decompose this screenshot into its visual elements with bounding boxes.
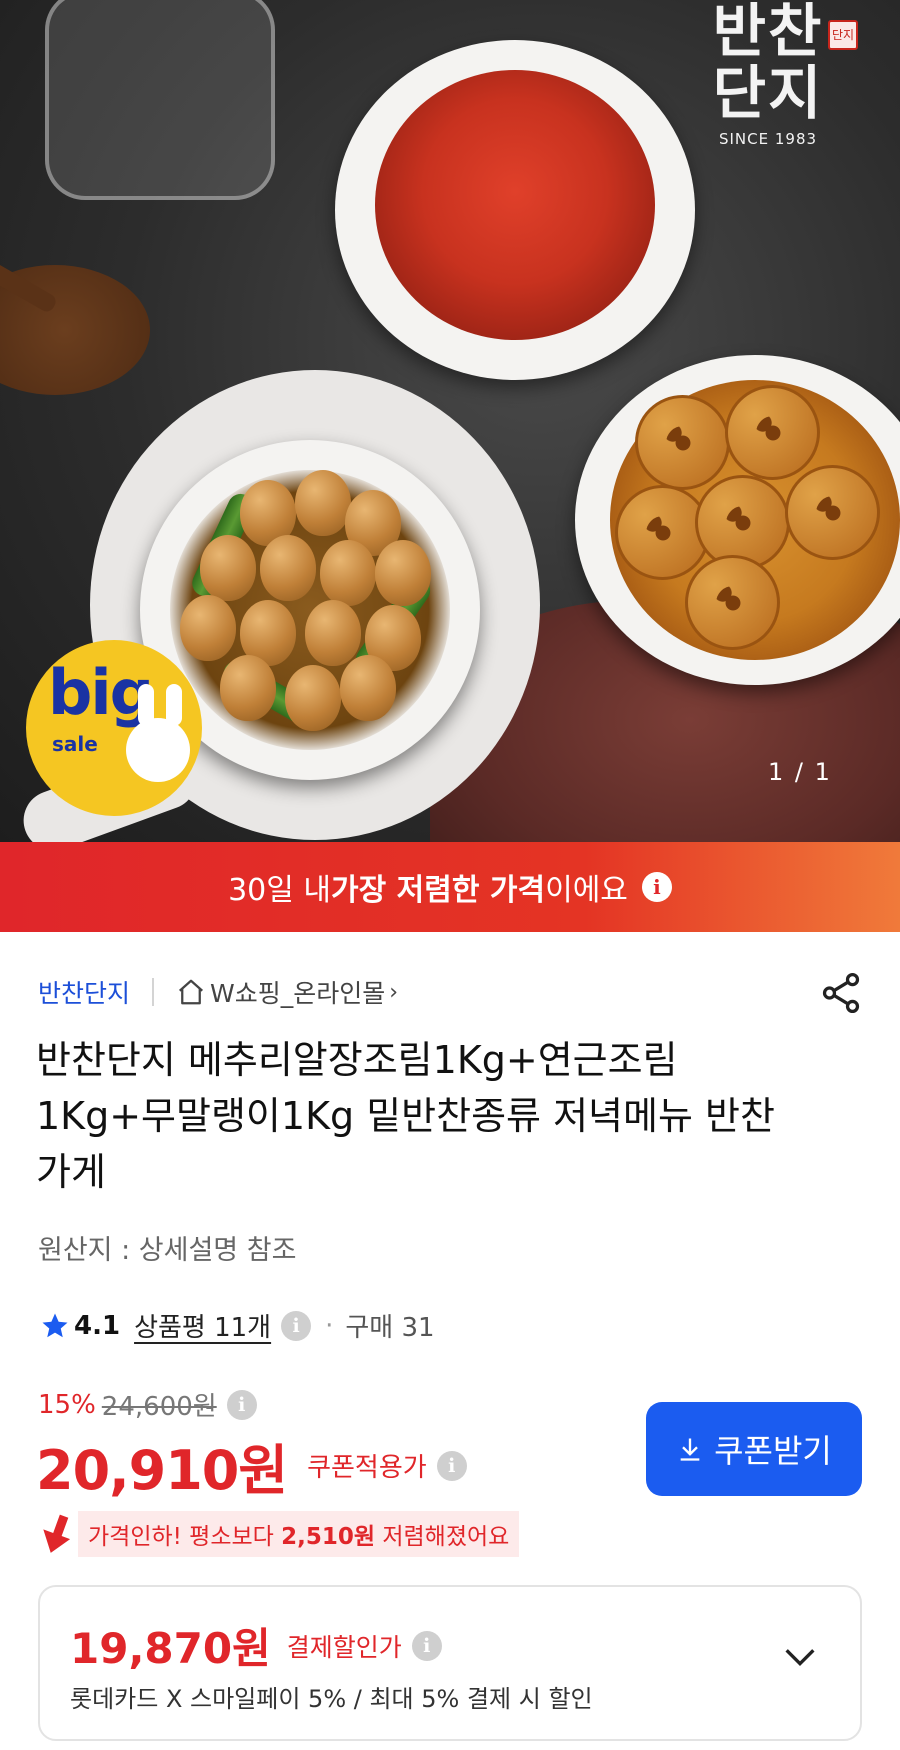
payment-price-row: 19,870원 결제할인가 i xyxy=(70,1615,442,1676)
bunny-icon xyxy=(126,718,190,782)
price-drop-suffix: 저렴해졌어요 xyxy=(375,1524,510,1550)
mall-link-label: W쇼핑_온라인몰 xyxy=(210,979,386,1008)
coupon-price-info-icon[interactable]: i xyxy=(436,1450,467,1481)
banner-prefix: 30일 내 xyxy=(228,873,331,908)
radish-plate xyxy=(335,40,695,380)
price-drop-notice: 가격인하! 평소보다 2,510원 저렴해졌어요 xyxy=(38,1511,520,1557)
get-coupon-label: 쿠폰받기 xyxy=(714,1433,832,1469)
product-image-carousel[interactable]: 반찬단지 SINCE 1983 단지 big sale 1 / 1 xyxy=(0,0,900,842)
rating-row: 4.1 상품평 11개 i · 구매 31 xyxy=(40,1307,435,1344)
rating-info-icon[interactable]: i xyxy=(281,1310,312,1341)
sale-price-row: 20,910원 쿠폰적용가 i xyxy=(36,1426,467,1505)
discount-row: 15% 24,600원 i xyxy=(38,1386,257,1423)
product-origin: 원산지 : 상세설명 참조 xyxy=(38,1235,297,1266)
payment-discount-price: 19,870원 xyxy=(70,1624,271,1673)
chevron-right-icon: › xyxy=(389,979,399,1005)
big-sale-big-text: big xyxy=(48,656,154,729)
home-icon xyxy=(179,979,204,1005)
store-row: 반찬단지 W쇼핑_온라인몰 › xyxy=(38,972,398,1012)
payment-info-icon[interactable]: i xyxy=(411,1630,442,1661)
lowest-price-banner: 30일 내 가장 저렴한 가격 이에요 i xyxy=(0,842,900,932)
egg-jar-decoration xyxy=(45,0,275,200)
get-coupon-button[interactable]: 쿠폰받기 xyxy=(646,1402,862,1496)
image-counter: 1 / 1 xyxy=(768,758,832,786)
banner-info-icon[interactable]: i xyxy=(641,872,672,902)
purchase-count: 구매 31 xyxy=(345,1313,435,1343)
price-drop-text: 가격인하! 평소보다 2,510원 저렴해졌어요 xyxy=(78,1511,520,1557)
store-divider xyxy=(152,978,155,1006)
product-title: 반찬단지 메추리알장조림1Kg+연근조림1Kg+무말랭이1Kg 밑반찬종류 저녁… xyxy=(36,1038,775,1194)
big-sale-badge: big sale xyxy=(26,640,202,816)
rating-separator: · xyxy=(325,1310,334,1341)
download-icon xyxy=(680,1438,700,1461)
sale-price: 20,910원 xyxy=(36,1439,288,1502)
payment-discount-description: 롯데카드 X 스마일페이 5% / 최대 5% 결제 시 할인 xyxy=(70,1685,593,1713)
payment-discount-card[interactable]: 19,870원 결제할인가 i 롯데카드 X 스마일페이 5% / 최대 5% … xyxy=(38,1585,862,1741)
share-icon[interactable] xyxy=(818,970,864,1016)
original-price: 24,600원 xyxy=(101,1392,217,1422)
banner-suffix: 이에요 xyxy=(545,873,628,908)
star-icon xyxy=(42,1313,68,1337)
discount-percent: 15% xyxy=(38,1389,96,1420)
brand-logo-seal: 단지 xyxy=(828,20,858,50)
original-price-info-icon[interactable]: i xyxy=(226,1389,257,1420)
brand-logo-text: 반찬단지 xyxy=(712,0,824,127)
big-sale-sale-text: sale xyxy=(52,732,98,756)
banner-highlight: 가장 저렴한 가격 xyxy=(331,873,546,908)
brand-logo: 반찬단지 SINCE 1983 단지 xyxy=(688,0,858,148)
price-drop-prefix: 가격인하! 평소보다 xyxy=(88,1524,282,1550)
brand-logo-since: SINCE 1983 xyxy=(718,130,818,148)
rating-score: 4.1 xyxy=(74,1310,121,1341)
coupon-applied-label: 쿠폰적용가 xyxy=(307,1453,427,1483)
chevron-down-icon[interactable] xyxy=(780,1637,820,1677)
store-name-link[interactable]: 반찬단지 xyxy=(38,974,130,1010)
mall-link[interactable]: W쇼핑_온라인몰 › xyxy=(176,974,398,1010)
price-drop-amount: 2,510원 xyxy=(281,1524,376,1550)
review-count-link[interactable]: 상품평 11개 xyxy=(134,1307,271,1344)
price-drop-arrow-icon xyxy=(43,1514,71,1553)
payment-discount-label: 결제할인가 xyxy=(286,1632,402,1662)
